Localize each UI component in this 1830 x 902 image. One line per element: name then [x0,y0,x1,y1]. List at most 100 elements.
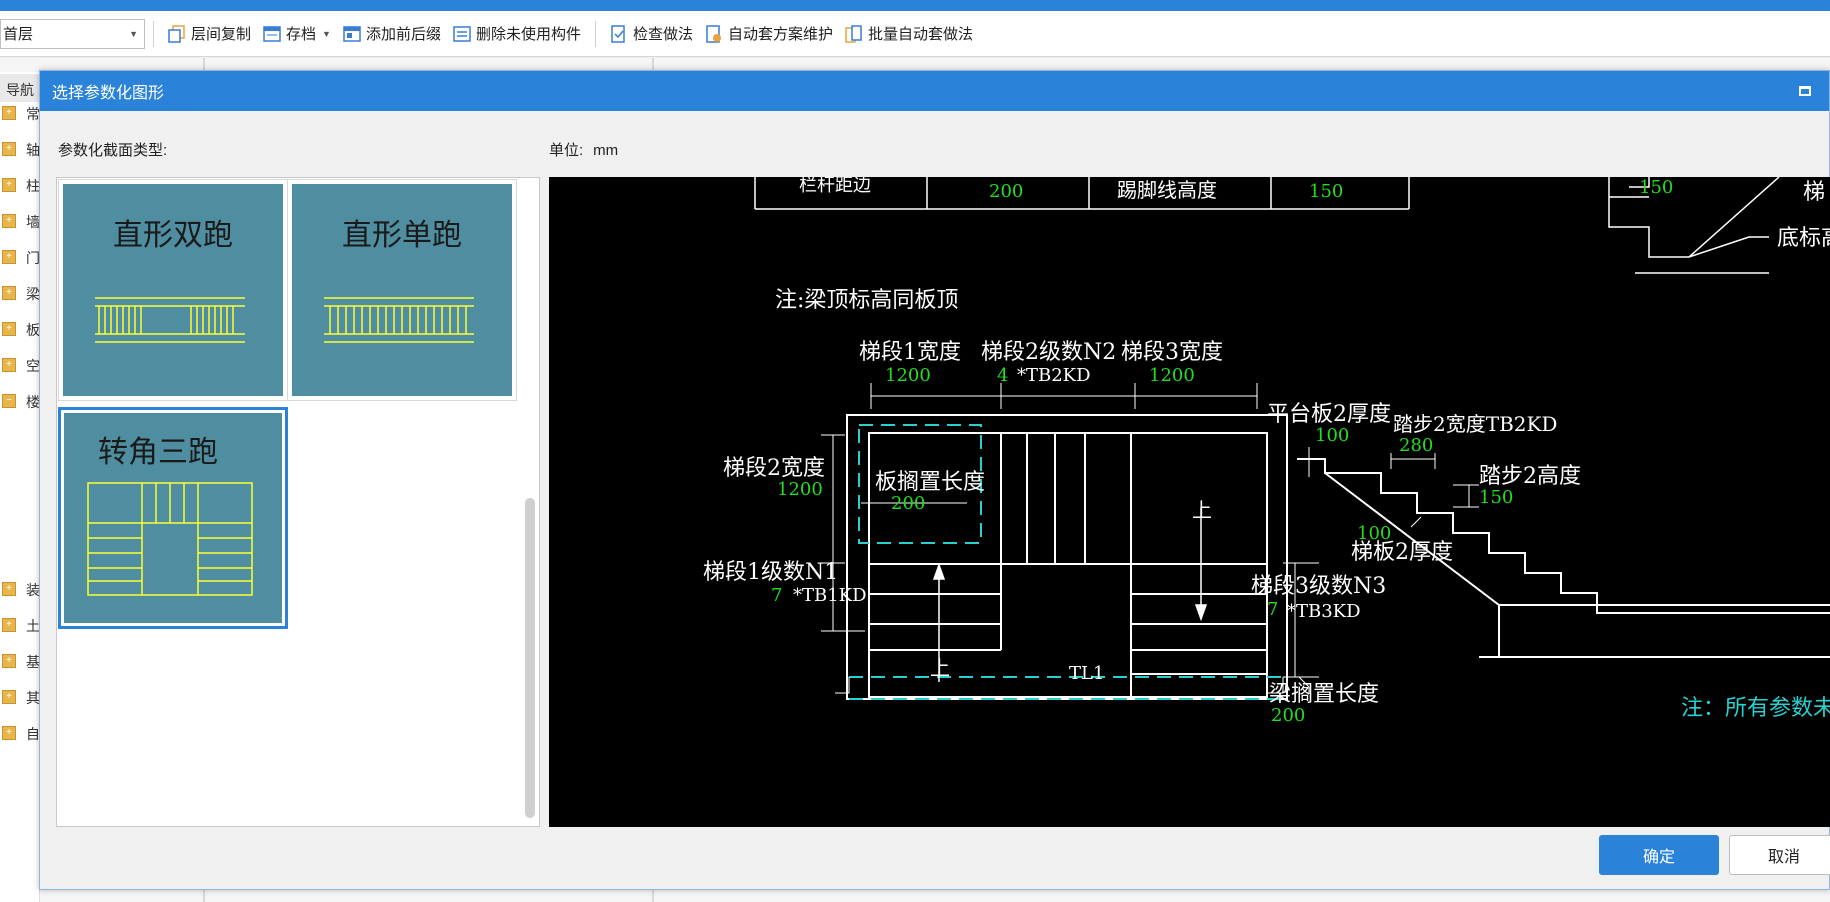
auto-scheme-maintain-label: 自动套方案维护 [728,26,834,43]
tree-expand-icon[interactable]: + [2,286,16,300]
batch-auto-method-label: 批量自动套做法 [868,26,974,43]
seg3-steps-value: 7 [1267,599,1278,620]
chevron-down-icon: ▼ [322,28,331,39]
shape-list-scrollbar[interactable] [525,498,535,818]
tree-expand-icon[interactable]: − [2,394,16,408]
top-right-label: 梯 [1803,180,1825,205]
nav-tab[interactable]: 导航 [0,74,40,102]
floor-select[interactable]: 首层 ▼ [0,18,145,49]
nav-tree-item[interactable]: 轴 [26,140,40,160]
up-arrow-label: 上 [1192,498,1212,522]
archive-button[interactable]: 存档 ▼ [257,19,337,49]
shape-card-straight-double[interactable]: 直形双跑 [58,179,288,401]
table-cell-value: 200 [989,181,1023,202]
archive-icon [263,25,281,43]
nav-tree-item[interactable]: 墙 [26,212,40,232]
up-arrow-label: 上 [930,656,950,680]
tree-expand-icon[interactable]: + [2,690,16,704]
platform2-thickness-value: 100 [1315,425,1349,446]
copy-between-floors-button[interactable]: 层间复制 [162,19,257,49]
seg1-steps-label: 梯段1级数N1 [703,560,838,585]
top-dimension-lines [870,383,1258,409]
stair-parameter-drawing: 栏杆距边 200 踢脚线高度 150 注:梁顶标高同板顶 150 梯 底标高 梯… [703,177,1830,726]
select-parametric-shape-dialog: 选择参数化图形 参数化截面类型: 单位: mm 直形双跑 直形单跑 转角三跑 栏… [39,70,1830,890]
toolbar-separator [153,20,154,47]
scheme-icon [705,24,723,43]
maximize-icon[interactable] [1799,86,1811,96]
seg1-width-label: 梯段1宽度 [859,340,961,365]
tree-expand-icon[interactable]: + [2,214,16,228]
check-method-label: 检查做法 [632,26,693,43]
add-prefix-suffix-button[interactable]: 添加前后缀 [337,19,447,49]
ok-button[interactable]: 确定 [1599,835,1719,875]
tree-expand-icon[interactable]: + [2,250,16,264]
slab-dashed-outline [849,424,1283,700]
bottom-elevation-label: 底标高 [1777,226,1830,251]
copy-icon [168,24,186,43]
seg1-steps-suffix: *TB1KD [793,585,867,606]
seg3-width-value: 1200 [1149,365,1195,386]
nav-tree-item[interactable]: 板 [26,320,40,340]
delete-unused-icon [453,25,471,43]
board2-thickness-label: 梯板2厚度 [1351,540,1453,565]
unit-label: 单位: mm [549,139,618,160]
nav-tree-item[interactable]: 常 [26,104,40,124]
nav-tree-item[interactable]: 空 [26,356,40,376]
cancel-button[interactable]: 取消 [1729,835,1830,875]
note-bottom: 注：所有参数未注 [1681,696,1830,721]
tree-expand-icon[interactable]: + [2,358,16,372]
table-cell-value: 150 [1309,181,1343,202]
check-method-button[interactable]: 检查做法 [604,19,699,49]
archive-label: 存档 [286,26,317,43]
stair-plan [846,414,1288,700]
copy-between-floors-label: 层间复制 [191,26,252,43]
tree-expand-icon[interactable]: + [2,322,16,336]
shape-thumbnail: 直形双跑 [63,184,283,396]
auto-scheme-maintain-button[interactable]: 自动套方案维护 [699,19,839,49]
add-prefix-suffix-label: 添加前后缀 [365,26,441,43]
seg2-steps-label: 梯段2级数N2 [981,340,1116,365]
delete-unused-button[interactable]: 删除未使用构件 [447,19,587,49]
seg2-width-label: 梯段2宽度 [723,456,825,481]
tree-expand-icon[interactable]: + [2,106,16,120]
seg3-steps-suffix: *TB3KD [1287,601,1361,622]
delete-unused-label: 删除未使用构件 [475,26,581,43]
table-cell-label: 踢脚线高度 [1117,178,1217,202]
tree-expand-icon[interactable]: + [2,142,16,156]
step2-height-label: 踏步2高度 [1479,464,1581,489]
shape-thumbnail: 转角三跑 [64,413,282,623]
seg1-width-value: 1200 [885,365,931,386]
unit-label-text: 单位: [549,142,584,159]
nav-tree-item[interactable]: 柱 [26,176,40,196]
tree-expand-icon[interactable]: + [2,654,16,668]
shape-card-straight-single[interactable]: 直形单跑 [287,179,517,401]
nav-tree-item[interactable]: 装 [26,580,40,600]
section-top-right [1608,177,1780,274]
toolbar-separator [594,20,596,47]
main-toolbar: 首层 ▼ 层间复制 存档 ▼ 添加前后缀 删除未使用构件 检查做法 自动套方案维… [0,11,1830,57]
shape-list: 直形双跑 直形单跑 转角三跑 [56,177,540,827]
chevron-down-icon: ▼ [129,28,138,39]
nav-tree-item[interactable]: 楼 [26,392,40,412]
batch-auto-method-button[interactable]: 批量自动套做法 [839,19,979,49]
tree-expand-icon[interactable]: + [2,618,16,632]
nav-tree-item[interactable]: 自 [26,724,40,744]
nav-tree-item[interactable]: 其 [26,688,40,708]
note-top: 注:梁顶标高同板顶 [775,288,958,313]
shape-card-corner-triple[interactable]: 转角三跑 [58,407,288,629]
tree-expand-icon[interactable]: + [2,726,16,740]
nav-tree-item[interactable]: 土 [26,616,40,636]
app-title-bar [0,0,1830,11]
tree-expand-icon[interactable]: + [2,178,16,192]
corner-triple-stair-icon [87,482,253,596]
tl1-label: TL1 [1069,663,1104,684]
nav-tree-item[interactable]: 梁 [26,284,40,304]
nav-tree-item[interactable]: 基 [26,652,40,672]
seg1-steps-value: 7 [771,585,782,606]
seg2-steps-value: 4 [997,365,1008,386]
seg2-width-value: 1200 [777,479,823,500]
seg3-steps-label: 梯段3级数N3 [1251,574,1386,599]
beam-rest-value: 200 [1271,705,1305,726]
tree-expand-icon[interactable]: + [2,582,16,596]
nav-tree-item[interactable]: 门 [26,248,40,268]
